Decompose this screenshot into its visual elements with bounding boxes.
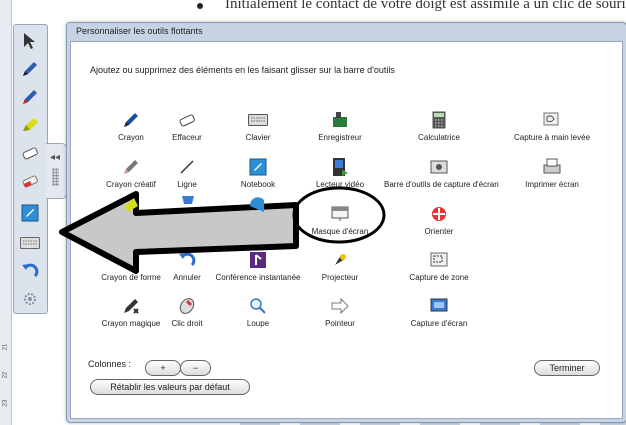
- highlight-ellipse: [292, 186, 386, 244]
- annotation-overlay: [59, 186, 386, 274]
- blue-blob-icon: [182, 196, 194, 204]
